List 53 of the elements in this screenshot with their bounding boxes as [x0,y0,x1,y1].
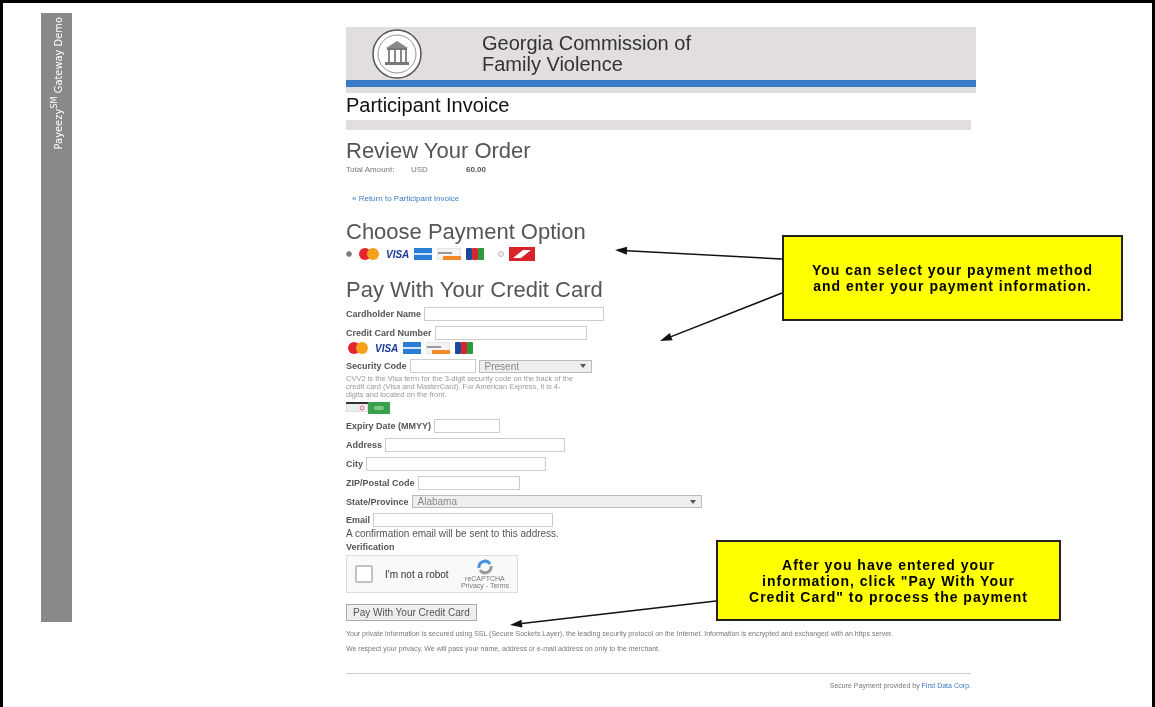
field-label: Verification [346,542,396,552]
input-field[interactable] [434,419,501,433]
input-field[interactable] [373,513,553,527]
total-label: Total Amount: [346,165,396,174]
card-logo-icon [455,342,474,354]
card-logo-icon [466,248,485,260]
input-field[interactable] [434,326,587,340]
section-heading: Review Your Order [346,138,531,163]
pay-button[interactable]: Pay With Your Credit Card [346,604,477,621]
caret-icon [689,499,696,504]
field-label: Cardholder Name [346,309,422,319]
captcha-label: I'm not a robot [385,568,449,580]
field-label: State/Province [346,496,409,507]
card-logo-icon [403,342,422,354]
input-field[interactable] [424,307,605,321]
dropdown[interactable]: Present [478,359,592,373]
field-label: Expiry Date (MMYY) [346,421,432,431]
radio-button[interactable] [498,251,505,257]
input-field[interactable] [366,457,546,471]
overlapping-circles-icon [357,248,381,260]
field-label: Address [346,440,382,450]
field-label: Credit Card Number [346,328,432,338]
input-field[interactable] [385,438,565,452]
field-label: Security Code [346,361,407,371]
card-logo-icon [414,248,433,260]
visa-logo: VISA [386,248,410,260]
callout-box: You can select your payment method and enter your payment information. [782,235,1123,321]
field-label: Email [346,515,370,525]
currency: USD [411,165,429,174]
organization-title: Georgia Commission of Family Violence [482,32,691,75]
field-label: City [346,459,363,469]
checkbox[interactable] [355,565,373,583]
return-link[interactable]: « Return to Participant Invoice [352,194,460,203]
dropdown[interactable]: Alabama [411,495,702,508]
flag-logo-icon [509,247,536,261]
radio-button[interactable] [346,251,352,257]
section-heading: Pay With Your Credit Card [346,277,603,302]
card-back-icon [346,402,368,412]
page-title: Participant Invoice [346,94,511,117]
visa-logo: VISA [375,342,399,354]
card-logo-icon [437,248,462,260]
callout-box: After you have entered your information, click "Pay With Your Credit Card" to process the payment [716,540,1061,621]
caret-icon [579,364,586,368]
card-logo-icon [426,342,451,354]
input-field[interactable] [409,359,476,373]
section-heading: Choose Payment Option [346,219,586,244]
field-label: ZIP/Postal Code [346,478,415,488]
input-field[interactable] [417,476,520,490]
overlapping-circles-icon [346,342,370,354]
total-amount: 60.00 [466,165,487,174]
help-text: A confirmation email will be sent to this address. [346,528,560,539]
card-front-icon [368,402,390,414]
recaptcha-icon [475,559,494,575]
